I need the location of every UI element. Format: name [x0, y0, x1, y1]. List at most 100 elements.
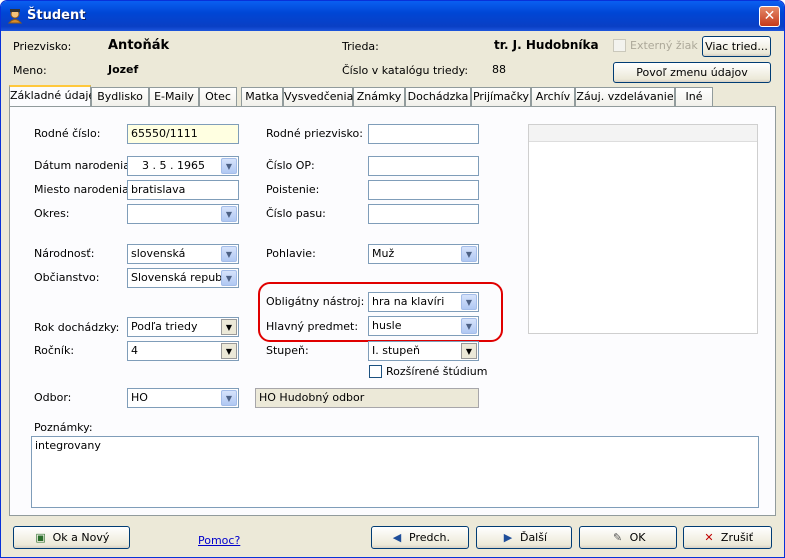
class-label: Trieda: [342, 40, 379, 53]
notes-textarea[interactable]: integrovany [31, 436, 759, 508]
nationality-select[interactable]: slovenská ▼ [127, 244, 239, 264]
chevron-down-icon[interactable]: ▼ [461, 246, 477, 262]
window-title: Študent [27, 8, 86, 23]
gender-value: Muž [372, 247, 395, 260]
allow-edit-button[interactable]: Povoľ zmenu údajov [613, 62, 771, 83]
tab-certificates[interactable]: Vysvedčenia [283, 87, 353, 107]
tab-basic[interactable]: Základné údaje [9, 85, 95, 107]
level-value: I. stupeň [372, 344, 420, 357]
main-subject-select[interactable]: husle ▼ [368, 316, 479, 336]
tab-mother[interactable]: Matka [241, 87, 283, 107]
citizenship-select[interactable]: Slovenská republ ▼ [127, 268, 239, 288]
ok-new-label: Ok a Nový [52, 531, 110, 544]
chevron-down-icon[interactable]: ▼ [461, 343, 477, 359]
grade-label: Ročník: [34, 344, 75, 357]
level-label: Stupeň: [266, 344, 309, 357]
tab-grades[interactable]: Známky [353, 87, 405, 107]
save-new-icon: ▣ [35, 531, 46, 544]
tab-residence[interactable]: Bydlisko [91, 87, 149, 107]
close-icon: ✕ [763, 8, 776, 24]
id-card-input[interactable] [368, 156, 479, 176]
gender-select[interactable]: Muž ▼ [368, 244, 479, 264]
arrow-left-icon: ◀ [392, 531, 402, 544]
citizenship-label: Občianstvo: [34, 271, 100, 284]
instrument-value: hra na klavíri [372, 295, 445, 308]
district-label: Okres: [34, 207, 70, 220]
ok-label: OK [629, 531, 646, 544]
birth-place-label: Miesto narodenia: [34, 183, 133, 196]
department-description: HO Hudobný odbor [255, 388, 479, 408]
next-button[interactable]: ▶ Ďalší [476, 526, 572, 549]
department-value: HO [131, 391, 148, 404]
name-label: Meno: [13, 64, 47, 77]
photo-header [529, 125, 757, 142]
tab-emails[interactable]: E-Maily [149, 87, 199, 107]
tab-attendance[interactable]: Dochádzka [405, 87, 471, 107]
chevron-down-icon[interactable]: ▼ [221, 158, 237, 174]
tab-other[interactable]: Iné [675, 87, 713, 107]
main-subject-value: husle [372, 319, 402, 332]
notes-label: Poznámky: [34, 421, 93, 434]
pencil-check-icon: ✎ [612, 531, 623, 544]
student-icon [7, 9, 23, 24]
external-student-checkbox[interactable] [613, 39, 626, 52]
nationality-label: Národnosť: [34, 247, 95, 260]
close-button[interactable]: ✕ [759, 6, 780, 27]
previous-label: Predch. [409, 531, 450, 544]
chevron-down-icon[interactable]: ▼ [221, 319, 237, 335]
attendance-year-select[interactable]: Podľa triedy ▼ [127, 317, 239, 337]
surname-label: Priezvisko: [13, 40, 72, 53]
department-select[interactable]: HO ▼ [127, 388, 239, 408]
next-label: Ďalší [519, 531, 548, 544]
grade-value: 4 [131, 344, 138, 357]
level-select[interactable]: I. stupeň ▼ [368, 341, 479, 361]
grade-select[interactable]: 4 ▼ [127, 341, 239, 361]
birth-number-label: Rodné číslo: [34, 127, 101, 140]
district-select[interactable]: ▼ [127, 204, 239, 224]
chevron-down-icon[interactable]: ▼ [461, 294, 477, 310]
tab-archive[interactable]: Archív [531, 87, 575, 107]
tab-interest-education[interactable]: Záuj. vzdelávanie [575, 87, 675, 107]
external-student-label: Externý žiak [630, 39, 698, 52]
chevron-down-icon[interactable]: ▼ [461, 318, 477, 334]
ok-button[interactable]: ✎ OK [579, 526, 677, 549]
birth-number-input[interactable]: 65550/1111 [127, 124, 239, 144]
attendance-year-value: Podľa triedy [131, 320, 198, 333]
citizenship-value: Slovenská republ [131, 271, 226, 284]
catalog-label: Číslo v katalógu triedy: [342, 64, 469, 77]
passport-input[interactable] [368, 204, 479, 224]
previous-button[interactable]: ◀ Predch. [371, 526, 469, 549]
id-card-label: Číslo OP: [266, 159, 315, 172]
help-link[interactable]: Pomoc? [198, 534, 240, 547]
chevron-down-icon[interactable]: ▼ [221, 270, 237, 286]
extended-study-checkbox[interactable] [369, 365, 382, 378]
cancel-button[interactable]: ✕ Zrušiť [683, 526, 772, 549]
tab-father[interactable]: Otec [199, 87, 237, 107]
photo-frame[interactable] [528, 124, 758, 334]
tab-admissions[interactable]: Prijímačky [471, 87, 531, 107]
chevron-down-icon[interactable]: ▼ [221, 206, 237, 222]
arrow-right-icon: ▶ [503, 531, 513, 544]
class-value: tr. J. Hudobníka [494, 38, 599, 52]
ok-new-button[interactable]: ▣ Ok a Nový [13, 526, 130, 549]
birth-date-picker[interactable]: 3 . 5 . 1965 ▼ [127, 156, 239, 176]
main-subject-label: Hlavný predmet: [266, 320, 359, 333]
name-value: Jozef [108, 63, 139, 76]
birth-surname-input[interactable] [368, 124, 479, 144]
more-classes-button[interactable]: Viac tried... [702, 36, 771, 57]
cancel-label: Zrušiť [720, 531, 754, 544]
chevron-down-icon[interactable]: ▼ [221, 390, 237, 406]
instrument-select[interactable]: hra na klavíri ▼ [368, 292, 479, 312]
chevron-down-icon[interactable]: ▼ [221, 343, 237, 359]
department-label: Odbor: [34, 391, 72, 404]
birth-date-label: Dátum narodenia: [34, 159, 134, 172]
student-window: Študent ✕ Priezvisko: Antoňák Meno: Joze… [0, 0, 785, 558]
gender-label: Pohlavie: [266, 247, 316, 260]
birth-place-input[interactable]: bratislava [127, 180, 239, 200]
insurance-label: Poistenie: [266, 183, 320, 196]
title-bar: Študent ✕ [1, 1, 784, 31]
cancel-x-icon: ✕ [704, 531, 714, 544]
extended-study-label: Rozšírené štúdium [386, 365, 488, 378]
chevron-down-icon[interactable]: ▼ [221, 246, 237, 262]
insurance-input[interactable] [368, 180, 479, 200]
